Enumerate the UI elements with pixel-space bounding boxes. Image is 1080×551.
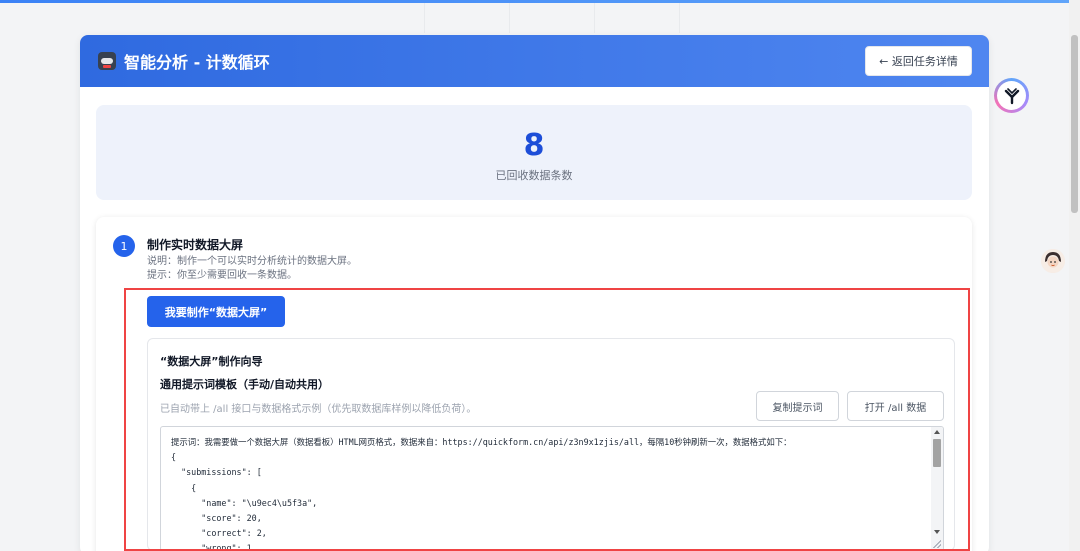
step-description: 说明：制作一个可以实时分析统计的数据大屏。 提示：你至少需要回收一条数据。 [147,255,357,283]
collected-count: 8 [523,128,545,163]
page-scroll-thumb[interactable] [1071,35,1078,213]
title-wrap: 智能分析 - 计数循环 [98,49,270,73]
assistant-logo-icon[interactable] [994,78,1029,113]
step-number: 1 [113,235,135,257]
user-avatar[interactable] [1041,249,1065,273]
step-title: 制作实时数据大屏 [147,238,244,252]
page-title: 智能分析 - 计数循环 [124,53,270,72]
avatar-face-icon [1041,249,1065,273]
collected-count-label: 已回收数据条数 [495,169,573,182]
step-hint-line: 提示：你至少需要回收一条数据。 [147,270,297,281]
stat-panel: 8 已回收数据条数 [96,105,972,200]
robot-icon [98,52,116,70]
page-scrollbar[interactable] [1069,0,1080,551]
background-grid [340,3,680,33]
back-to-task-button[interactable]: ← 返回任务详情 [865,46,972,76]
step-desc-line: 说明：制作一个可以实时分析统计的数据大屏。 [147,256,357,267]
card-header: 智能分析 - 计数循环 ← 返回任务详情 [80,35,989,87]
assistant-logo-inner [997,81,1026,110]
highlight-box [124,288,970,551]
y-logo-icon [1004,87,1019,104]
